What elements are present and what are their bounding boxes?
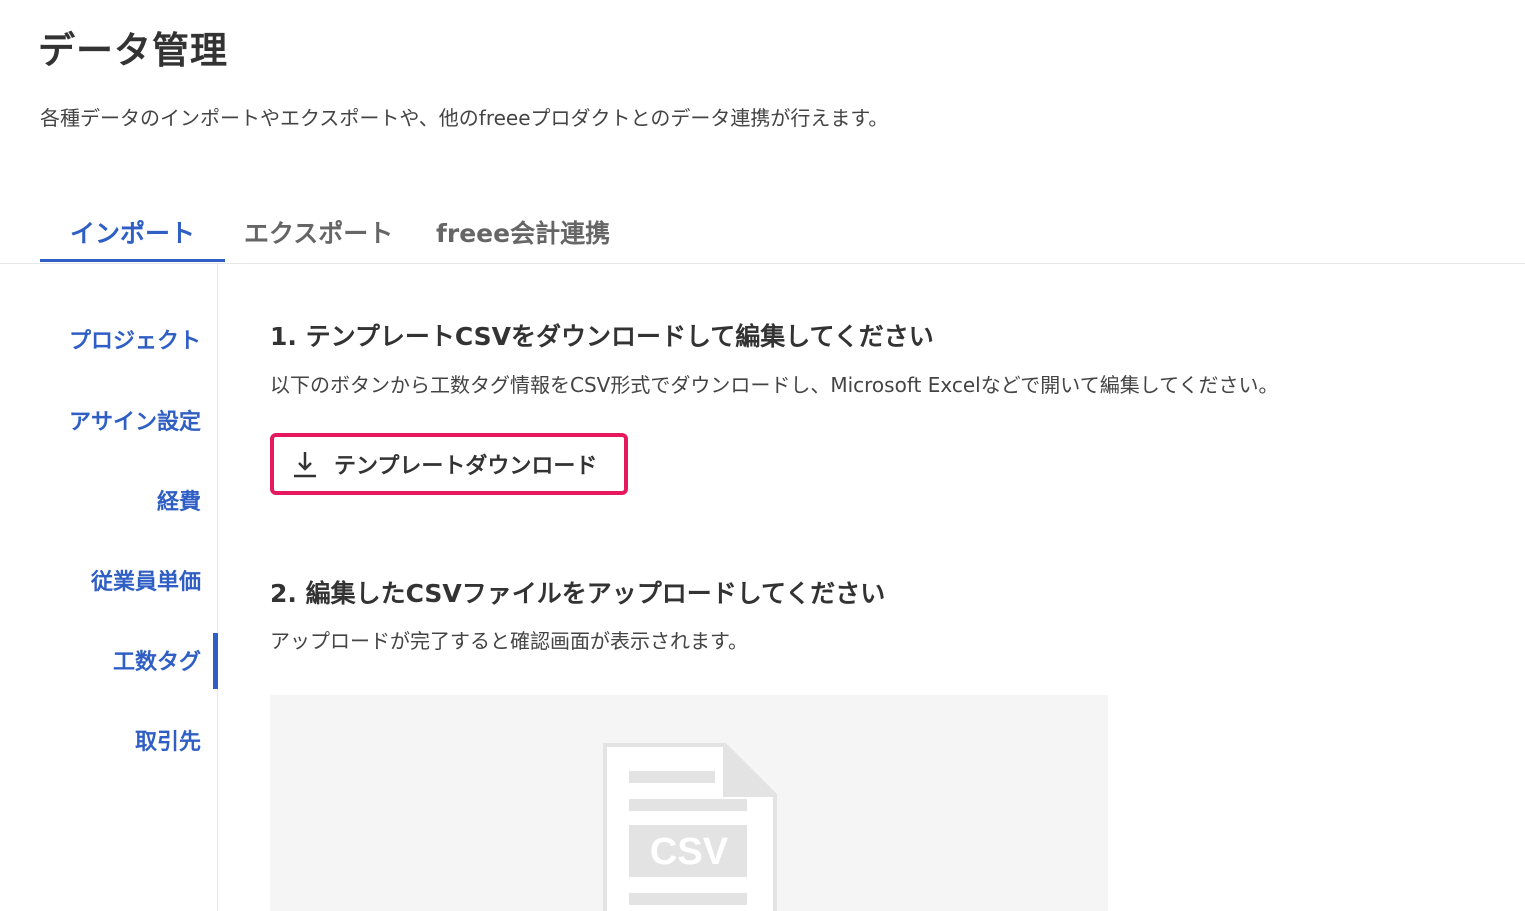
sidebar-item-employee-rate[interactable]: 従業員単価: [91, 564, 201, 596]
template-download-label: テンプレートダウンロード: [334, 454, 598, 479]
page-title: データ管理: [38, 29, 228, 72]
sidebar-item-expenses[interactable]: 経費: [157, 484, 201, 516]
sidebar-active-indicator: [213, 633, 218, 689]
csv-upload-dropzone[interactable]: CSV: [270, 695, 1108, 911]
csv-file-icon: CSV: [603, 743, 777, 911]
page-description: 各種データのインポートやエクスポートや、他のfreeeプロダクトとのデータ連携が…: [40, 106, 889, 130]
tab-freee-accounting[interactable]: freee会計連携: [436, 214, 610, 262]
download-icon: [292, 449, 318, 479]
sidebar-item-clients[interactable]: 取引先: [135, 724, 201, 756]
sidebar-item-assign-settings[interactable]: アサイン設定: [69, 404, 201, 436]
data-management-page: データ管理 各種データのインポートやエクスポートや、他のfreeeプロダクトとの…: [0, 0, 1525, 911]
step2-title: 2. 編集したCSVファイルをアップロードしてください: [270, 579, 886, 608]
tab-import[interactable]: インポート: [40, 214, 225, 262]
tab-export[interactable]: エクスポート: [244, 214, 393, 262]
import-content: 1. テンプレートCSVをダウンロードして編集してください 以下のボタンから工数…: [270, 263, 1500, 911]
template-download-button[interactable]: テンプレートダウンロード: [270, 433, 628, 495]
sidebar-item-project[interactable]: プロジェクト: [69, 323, 201, 355]
csv-icon-text: CSV: [650, 831, 729, 873]
import-sidebar: プロジェクト アサイン設定 経費 従業員単価 工数タグ 取引先: [0, 263, 218, 911]
step2-description: アップロードが完了すると確認画面が表示されます。: [270, 629, 748, 653]
step1-description: 以下のボタンから工数タグ情報をCSV形式でダウンロードし、Microsoft E…: [270, 373, 1279, 397]
tab-bar: インポート エクスポート freee会計連携: [0, 214, 1525, 264]
step1-title: 1. テンプレートCSVをダウンロードして編集してください: [270, 322, 934, 351]
sidebar-item-work-tags[interactable]: 工数タグ: [113, 644, 201, 676]
